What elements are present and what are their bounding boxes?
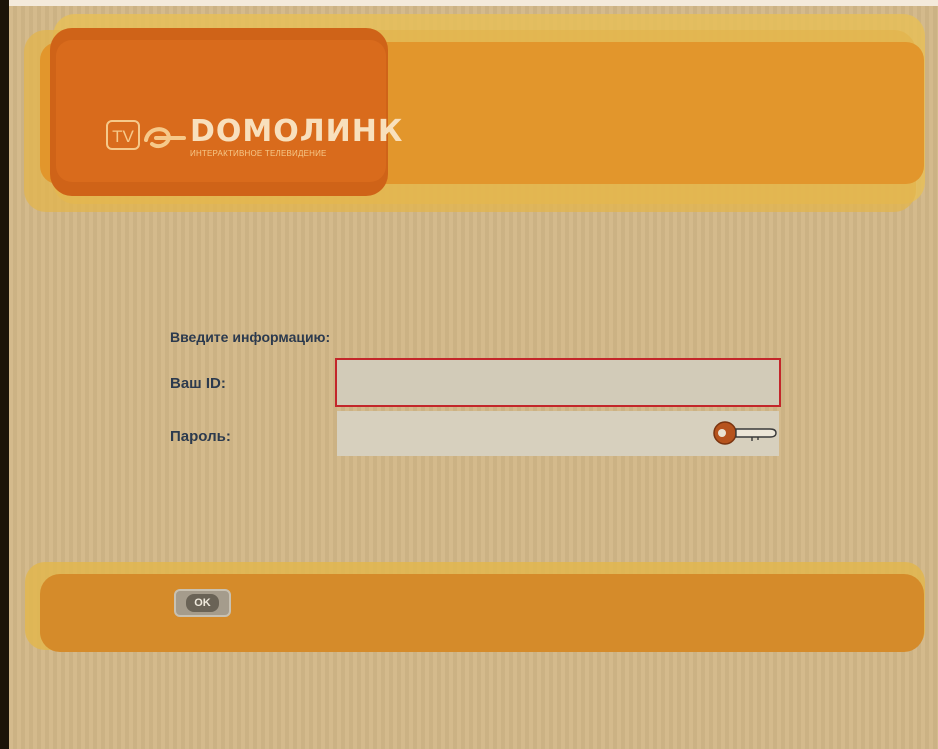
footer-bar <box>40 574 924 652</box>
form-heading: Введите информацию: <box>170 329 331 345</box>
domolink-logo: TV DOMOЛИНК ИНТЕРАКТИВНОЕ ТЕЛЕВИДЕНИЕ <box>106 114 402 168</box>
brand-tagline: ИНТЕРАКТИВНОЕ ТЕЛЕВИДЕНИЕ <box>190 149 327 158</box>
ok-button-label: OK <box>186 594 219 612</box>
password-label: Пароль: <box>170 428 231 445</box>
tv-badge: TV <box>106 120 140 150</box>
id-label: Ваш ID: <box>170 375 226 392</box>
brand-name: DOMOЛИНК <box>190 114 404 149</box>
ok-button[interactable]: OK <box>174 589 231 617</box>
id-field[interactable] <box>335 358 781 407</box>
swirl-icon <box>144 127 186 149</box>
screen-left-edge <box>0 0 9 749</box>
key-icon <box>713 421 777 445</box>
